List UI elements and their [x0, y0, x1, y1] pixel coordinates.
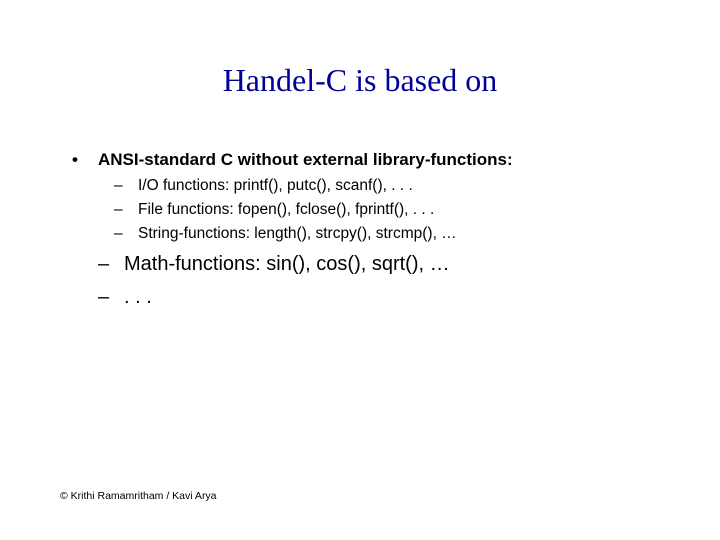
- bullet-level2-text: File functions: fopen(), fclose(), fprin…: [138, 200, 434, 221]
- bullet-level2-text: I/O functions: printf(), putc(), scanf()…: [138, 176, 413, 197]
- bullet-level1: • ANSI-standard C without external libra…: [72, 150, 660, 170]
- bullet-level2: – File functions: fopen(), fclose(), fpr…: [114, 200, 660, 221]
- slide-title: Handel-C is based on: [0, 62, 720, 99]
- bullet-level2: – String-functions: length(), strcpy(), …: [114, 224, 660, 245]
- slide-body: • ANSI-standard C without external libra…: [72, 150, 660, 315]
- slide-footer: © Krithi Ramamritham / Kavi Arya: [60, 490, 217, 502]
- dash-icon: –: [98, 284, 124, 311]
- bullet-level2: – I/O functions: printf(), putc(), scanf…: [114, 176, 660, 197]
- dash-icon: –: [98, 251, 124, 278]
- dash-icon: –: [114, 200, 138, 221]
- bullet-level1-text: ANSI-standard C without external library…: [98, 150, 513, 170]
- dash-icon: –: [114, 176, 138, 197]
- slide: Handel-C is based on • ANSI-standard C w…: [0, 0, 720, 540]
- bullet-level2-large: – . . .: [98, 284, 660, 311]
- bullet-level2-large-text: Math-functions: sin(), cos(), sqrt(), …: [124, 251, 450, 278]
- bullet-level2-text: String-functions: length(), strcpy(), st…: [138, 224, 457, 245]
- bullet-dot-icon: •: [72, 150, 98, 170]
- bullet-level2-large: – Math-functions: sin(), cos(), sqrt(), …: [98, 251, 660, 278]
- bullet-level2-large-text: . . .: [124, 284, 152, 311]
- dash-icon: –: [114, 224, 138, 245]
